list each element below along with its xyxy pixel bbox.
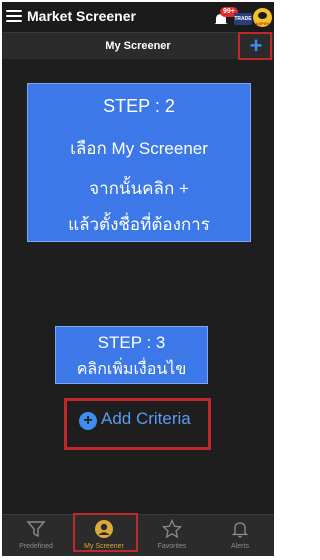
star-icon [162, 519, 182, 539]
nav-item-predefined[interactable]: Predefined [2, 515, 70, 556]
my-screener-highlight [73, 513, 138, 552]
step3-callout: STEP : 3 คลิกเพิ่มเงื่อนไข [55, 326, 208, 384]
nav-label-predefined: Predefined [19, 543, 53, 550]
app-title: Market Screener [27, 8, 136, 24]
screen-title: My Screener [105, 40, 171, 52]
step3-line2: คลิกเพิ่มเงื่อนไข [76, 361, 187, 378]
hamburger-menu-icon[interactable] [6, 10, 22, 23]
step2-line2: เลือก My Screener [70, 139, 208, 158]
sub-header: My Screener [2, 33, 274, 59]
trade-logo[interactable]: TRADE [234, 13, 252, 25]
add-circle-icon[interactable]: + [79, 412, 97, 430]
step2-line3: จากนั้นคลิก + [89, 179, 189, 198]
nav-label-alerts: Alerts [231, 543, 249, 550]
app-frame: Market Screener 99+ TRADE ASPEN My Scree… [2, 2, 274, 556]
bottom-navigation: Predefined My Screener Favorites Alerts [2, 514, 274, 556]
step3-title: STEP : 3 [97, 333, 166, 352]
aspen-logo-text: ASPEN [255, 21, 270, 26]
step2-callout: STEP : 2 เลือก My Screener จากนั้นคลิก +… [27, 83, 251, 242]
filter-icon [26, 521, 46, 538]
add-criteria-button[interactable]: Add Criteria [101, 409, 191, 429]
step2-title: STEP : 2 [103, 96, 175, 116]
top-app-bar: Market Screener 99+ TRADE ASPEN [2, 2, 274, 33]
bell-icon [231, 522, 249, 538]
step2-line4: แล้วตั้งชื่อที่ต้องการ [68, 215, 210, 234]
nav-item-favorites[interactable]: Favorites [138, 515, 206, 556]
nav-label-favorites: Favorites [157, 543, 187, 550]
nav-item-alerts[interactable]: Alerts [206, 515, 274, 556]
add-screener-button[interactable]: + [245, 35, 267, 57]
aspen-logo[interactable]: ASPEN [253, 8, 272, 27]
